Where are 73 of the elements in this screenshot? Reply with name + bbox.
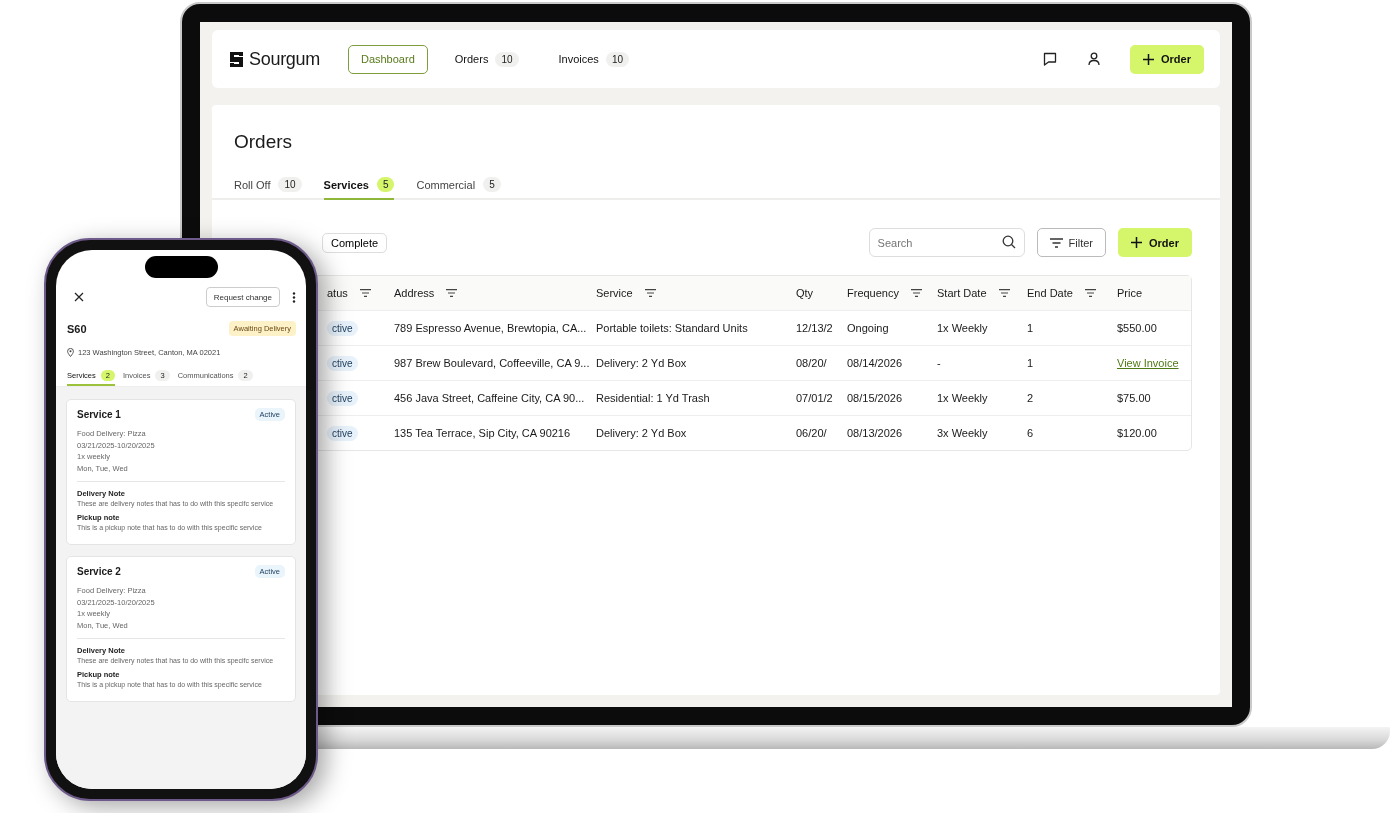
new-order-button[interactable]: Order [1130,44,1204,74]
table-cell: Delivery: 2 Yd Box [596,357,687,369]
filter-icon [1084,289,1096,297]
nav-tab[interactable]: Invoices 10 [545,44,642,74]
column-header[interactable]: Address [394,287,458,299]
status-badge: ctive [327,425,358,441]
column-header[interactable]: Frequency [847,287,922,299]
table-cell: Portable toilets: Standard Units [596,322,748,334]
add-order-button[interactable]: Order [1118,228,1192,257]
nav-tab[interactable]: Orders 10 [441,44,532,74]
table-cell: 1x Weekly [937,392,988,404]
tab[interactable]: Services 5 [323,177,395,200]
filter-icon [1049,237,1063,248]
table-cell: 3x Weekly [937,427,988,439]
table-cell: 135 Tea Terrace, Sip City, CA 90216 [394,427,571,439]
plus-icon [1143,53,1155,65]
table-cell: 789 Espresso Avenue, Brewtopia, CA... [394,322,587,334]
filter-icon [644,289,656,297]
location-pin-icon [67,348,74,357]
table-cell: Residential: 1 Yd Trash [596,392,710,404]
column-header[interactable]: Price [1117,287,1143,299]
more-icon[interactable] [292,291,296,303]
table-cell: Delivery: 2 Yd Box [596,427,687,439]
column-header[interactable]: Qty [796,287,814,299]
filter-icon [446,289,458,297]
filter-icon [911,289,922,297]
table-cell: 08/14/2026 [847,357,903,369]
status-badge: ctive [327,320,358,336]
invoice-link[interactable]: View Invoice [1117,357,1179,369]
page-title: Orders [234,131,294,153]
table-cell: $75.00 [1117,392,1151,404]
order-id: S60 [67,322,87,335]
status-badge: ctive [327,355,358,371]
nav-tab[interactable]: Dashboard [347,44,428,74]
table-cell: 1x Weekly [937,322,988,334]
plus-icon [1131,237,1143,248]
table-cell: 12/13/2 [796,322,833,334]
status-badge: ctive [327,390,358,406]
table-cell: 1 [1027,357,1034,369]
filter-icon [359,289,371,297]
table-cell: 08/13/2026 [847,427,903,439]
filter-icon [998,289,1010,297]
column-header[interactable]: Start Date [937,287,1010,299]
tab[interactable]: Commercial 5 [416,177,501,200]
column-header[interactable]: Service [596,287,656,299]
table-cell: 1 [1027,322,1034,334]
tab[interactable]: Roll Off 10 [234,177,302,200]
logo-text: Sourgum [249,48,320,70]
table-cell: 08/15/2026 [847,392,903,404]
close-icon[interactable] [74,292,84,302]
table-cell: 06/20/ [796,427,827,439]
filter-chip[interactable]: Complete [322,232,388,253]
table-cell: $120.00 [1117,427,1157,439]
logo-icon [228,50,245,68]
table-cell: 987 Brew Boulevard, Coffeeville, CA 9... [394,357,590,369]
user-icon[interactable] [1086,51,1103,67]
request-change-button[interactable]: Request change [205,287,280,307]
column-header[interactable]: atus [327,287,371,299]
table-cell: 6 [1027,427,1034,439]
service-title: Service 1 [77,409,121,420]
table-cell: Ongoing [847,322,889,334]
table-cell: 2 [1027,392,1034,404]
column-header[interactable]: End Date [1027,287,1096,299]
table-cell: 08/20/ [796,357,827,369]
table-cell: $550.00 [1117,322,1157,334]
search-icon [1001,235,1016,249]
service-title: Service 2 [77,565,121,577]
filter-button[interactable]: Filter [1036,228,1107,257]
chat-icon[interactable] [1042,51,1059,67]
table-cell: 07/01/2 [796,392,833,404]
table-cell: - [937,357,941,369]
search-field[interactable]: Search [868,228,1025,257]
table-cell: 456 Java Street, Caffeine City, CA 90... [394,392,585,404]
